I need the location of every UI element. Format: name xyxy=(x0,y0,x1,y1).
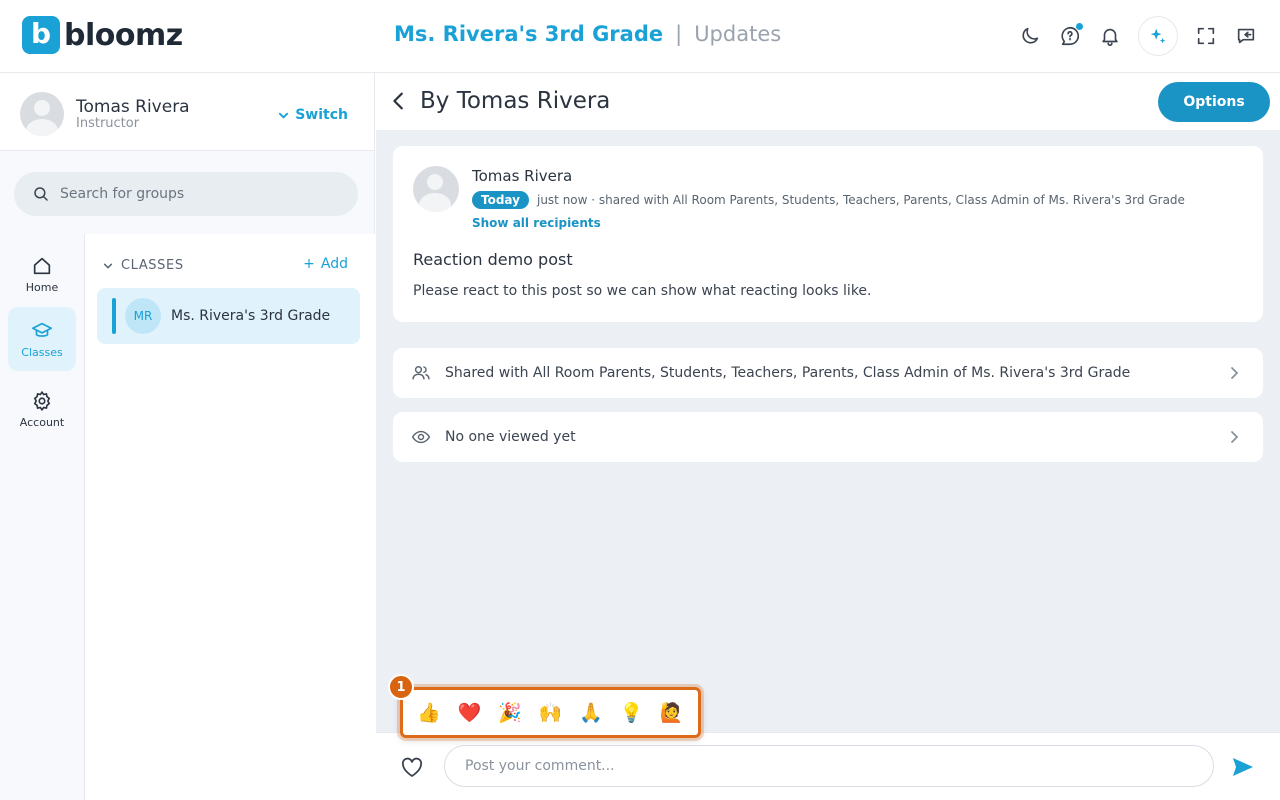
help-chat-icon[interactable] xyxy=(1058,16,1084,56)
top-bar: b bloomz Ms. Rivera's 3rd Grade | Update… xyxy=(0,0,1280,73)
shared-with-row[interactable]: Shared with All Room Parents, Students, … xyxy=(393,348,1263,398)
send-icon[interactable] xyxy=(1231,756,1255,778)
top-actions xyxy=(1018,16,1258,56)
chevron-down-icon xyxy=(103,263,113,269)
comment-input[interactable] xyxy=(444,745,1214,787)
switch-label: Switch xyxy=(295,107,348,123)
profile-card: Tomas Rivera Instructor Switch xyxy=(0,73,374,151)
chevron-down-icon xyxy=(279,112,289,119)
add-class-button[interactable]: + Add xyxy=(303,256,348,272)
chevron-right-icon xyxy=(1231,431,1239,443)
post-header: By Tomas Rivera Options xyxy=(376,73,1280,130)
nav-account-label: Account xyxy=(19,415,65,429)
logo-letter: b xyxy=(31,17,52,50)
class-initials: MR xyxy=(125,298,161,334)
search-icon xyxy=(34,187,48,201)
profile-name: Tomas Rivera xyxy=(76,97,190,117)
reaction-raise-hand[interactable]: 🙋 xyxy=(655,701,689,724)
profile-role: Instructor xyxy=(76,116,140,131)
bloomz-logo[interactable]: b bloomz xyxy=(22,16,183,54)
reaction-lightbulb[interactable]: 💡 xyxy=(614,701,648,724)
nav-account[interactable]: Account xyxy=(8,377,76,441)
switch-button[interactable]: Switch xyxy=(278,107,348,123)
group-search xyxy=(14,172,358,216)
users-icon xyxy=(412,366,430,380)
reaction-raised-hands[interactable]: 🙌 xyxy=(533,701,567,724)
nav-home[interactable]: Home xyxy=(8,242,76,306)
classes-pane: CLASSES + Add MR Ms. Rivera's 3rd Grade xyxy=(85,234,375,800)
views-row[interactable]: No one viewed yet xyxy=(393,412,1263,462)
help-notification-dot xyxy=(1075,22,1084,31)
reaction-picker: 👍 ❤️ 🎉 🙌 🙏 💡 🙋 xyxy=(400,687,701,738)
heart-icon[interactable] xyxy=(400,756,424,778)
avatar xyxy=(20,92,64,136)
post-meta-text: just now · shared with All Room Parents,… xyxy=(536,193,1185,207)
gear-icon xyxy=(33,390,51,411)
step-badge: 1 xyxy=(388,674,414,700)
chevron-right-icon xyxy=(1231,367,1239,379)
collapse-panel-icon[interactable] xyxy=(1234,16,1258,56)
reaction-party[interactable]: 🎉 xyxy=(493,701,527,724)
reaction-pray[interactable]: 🙏 xyxy=(574,701,608,724)
author-avatar xyxy=(413,166,459,212)
nav-classes-label: Classes xyxy=(21,345,63,359)
sidebar: Tomas Rivera Instructor Switch Home Clas… xyxy=(0,73,375,800)
post-author: Tomas Rivera xyxy=(472,167,573,185)
comment-bar xyxy=(376,732,1280,800)
shared-with-text: Shared with All Room Parents, Students, … xyxy=(445,365,1131,381)
nav-rail: Home Classes Account xyxy=(0,234,85,800)
class-name: Ms. Rivera's 3rd Grade xyxy=(171,308,331,324)
reaction-thumbs-up[interactable]: 👍 xyxy=(412,701,446,724)
nav-home-label: Home xyxy=(25,280,59,294)
active-indicator xyxy=(112,298,116,334)
moon-icon[interactable] xyxy=(1018,16,1042,56)
sparkle-icon[interactable] xyxy=(1138,16,1178,56)
plus-icon: + xyxy=(303,256,315,272)
post-meta: Today just now · shared with All Room Pa… xyxy=(472,191,1185,209)
fullscreen-icon[interactable] xyxy=(1194,16,1218,56)
add-class-label: Add xyxy=(320,256,348,272)
search-input[interactable] xyxy=(60,186,330,202)
page-title: Ms. Rivera's 3rd Grade | Updates xyxy=(394,22,781,46)
bell-icon[interactable] xyxy=(1098,16,1122,56)
reaction-heart[interactable]: ❤️ xyxy=(453,701,487,724)
page-title-separator: | xyxy=(675,22,683,46)
post-title: Reaction demo post xyxy=(413,250,573,269)
nav-classes[interactable]: Classes xyxy=(8,307,76,371)
post-view-title: By Tomas Rivera xyxy=(420,88,611,114)
graduation-cap-icon xyxy=(32,322,52,337)
class-item[interactable]: MR Ms. Rivera's 3rd Grade xyxy=(97,288,360,344)
logo-text: bloomz xyxy=(64,17,183,53)
post-body: Please react to this post so we can show… xyxy=(413,283,872,299)
classes-toggle[interactable]: CLASSES xyxy=(103,258,184,273)
page-title-class: Ms. Rivera's 3rd Grade xyxy=(394,22,664,46)
logo-mark: b xyxy=(22,16,60,54)
views-text: No one viewed yet xyxy=(445,429,576,445)
home-icon xyxy=(33,257,51,274)
back-arrow-icon[interactable] xyxy=(388,89,410,113)
classes-heading: CLASSES xyxy=(121,258,184,273)
today-badge: Today xyxy=(472,191,529,209)
options-button[interactable]: Options xyxy=(1158,82,1270,122)
eye-icon xyxy=(411,430,431,444)
show-all-recipients-link[interactable]: Show all recipients xyxy=(472,216,601,230)
page-title-section: Updates xyxy=(694,22,782,46)
post-card: Tomas Rivera Today just now · shared wit… xyxy=(393,146,1263,322)
